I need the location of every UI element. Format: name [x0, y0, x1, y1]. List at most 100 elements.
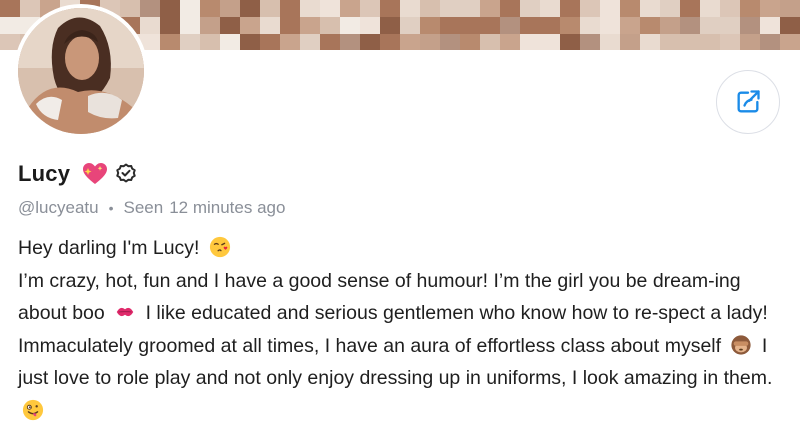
cover-pixel — [160, 17, 180, 34]
cover-pixel — [280, 0, 300, 17]
cover-pixel — [480, 0, 500, 17]
cover-pixel — [520, 0, 540, 17]
cover-pixel — [360, 0, 380, 17]
cover-pixel — [600, 0, 620, 17]
cover-pixel — [220, 17, 240, 34]
cover-pixel — [460, 17, 480, 34]
cover-pixel — [420, 17, 440, 34]
bio-greeting: Hey darling I'm Lucy! — [18, 237, 205, 259]
cover-pixel — [400, 17, 420, 34]
share-button[interactable] — [716, 70, 780, 134]
cover-pixel — [240, 17, 260, 34]
seen-time: 12 minutes ago — [169, 198, 286, 217]
cover-pixel — [580, 34, 600, 50]
cover-pixel — [640, 17, 660, 34]
cover-pixel — [360, 17, 380, 34]
cover-pixel — [440, 17, 460, 34]
profile-handle[interactable]: @lucyeatu — [18, 198, 99, 218]
cover-pixel — [760, 17, 780, 34]
cover-pixel — [180, 34, 200, 50]
cover-pixel — [240, 0, 260, 17]
avatar-photo — [18, 8, 144, 134]
bio-greeting-line: Hey darling I'm Lucy! — [18, 232, 782, 265]
cover-pixel — [280, 34, 300, 50]
cover-pixel — [700, 34, 720, 50]
cover-pixel — [540, 0, 560, 17]
cover-pixel — [600, 34, 620, 50]
cover-pixel — [760, 34, 780, 50]
cover-pixel — [720, 34, 740, 50]
face-blowing-kiss-icon — [209, 236, 230, 258]
cover-pixel — [480, 34, 500, 50]
cover-pixel — [280, 17, 300, 34]
cover-pixel — [380, 0, 400, 17]
cover-pixel — [220, 34, 240, 50]
cover-pixel — [340, 34, 360, 50]
cover-pixel — [400, 34, 420, 50]
cover-pixel — [120, 0, 140, 17]
cover-pixel — [300, 0, 320, 17]
see-no-evil-monkey-icon — [731, 335, 752, 355]
cover-pixel — [780, 0, 800, 17]
seen-label: Seen — [123, 198, 164, 217]
cover-pixel — [620, 0, 640, 17]
profile-meta: @lucyeatu • Seen 12 minutes ago — [18, 196, 285, 220]
cover-pixel — [300, 17, 320, 34]
cover-pixel — [200, 34, 220, 50]
cover-pixel — [620, 17, 640, 34]
cover-pixel — [260, 0, 280, 17]
cover-pixel — [540, 34, 560, 50]
cover-pixel — [540, 17, 560, 34]
cover-pixel — [740, 0, 760, 17]
cover-pixel — [580, 17, 600, 34]
bio-body: I’m crazy, hot, fun and I have a good se… — [18, 265, 782, 428]
cover-pixel — [500, 17, 520, 34]
cover-pixel — [0, 0, 20, 17]
cover-pixel — [440, 0, 460, 17]
avatar[interactable] — [14, 4, 148, 138]
cover-pixel — [640, 0, 660, 17]
cover-pixel — [180, 17, 200, 34]
verified-badge-icon — [114, 162, 138, 186]
cover-pixel — [460, 0, 480, 17]
cover-pixel — [160, 34, 180, 50]
cover-pixel — [760, 0, 780, 17]
cover-pixel — [320, 17, 340, 34]
cover-pixel — [500, 0, 520, 17]
cover-pixel — [400, 0, 420, 17]
cover-pixel — [480, 17, 500, 34]
profile-name: Lucy — [18, 161, 71, 186]
zany-face-icon — [22, 399, 44, 421]
profile-name-row: Lucy — [18, 158, 138, 190]
cover-pixel — [300, 34, 320, 50]
cover-pixel — [680, 0, 700, 17]
cover-pixel — [660, 17, 680, 34]
cover-pixel — [140, 17, 160, 34]
kiss-mark-icon — [116, 308, 134, 317]
sparkling-heart-icon — [82, 162, 108, 186]
cover-pixel — [320, 0, 340, 17]
cover-pixel — [140, 0, 160, 17]
cover-pixel — [560, 0, 580, 17]
cover-pixel — [460, 34, 480, 50]
cover-pixel — [580, 0, 600, 17]
cover-pixel — [620, 34, 640, 50]
cover-pixel — [740, 34, 760, 50]
cover-pixel — [560, 34, 580, 50]
cover-pixel — [660, 34, 680, 50]
cover-pixel — [440, 34, 460, 50]
cover-pixel — [380, 34, 400, 50]
cover-pixel — [680, 34, 700, 50]
cover-pixel — [260, 17, 280, 34]
cover-pixel — [520, 17, 540, 34]
cover-pixel — [700, 0, 720, 17]
cover-pixel — [520, 34, 540, 50]
cover-pixel — [180, 0, 200, 17]
cover-pixel — [0, 17, 20, 34]
meta-separator: • — [108, 200, 114, 216]
cover-pixel — [340, 0, 360, 17]
cover-pixel — [160, 0, 180, 17]
cover-pixel — [660, 0, 680, 17]
profile-page: Lucy @lucyeatu • Seen 12 minutes ago Hey… — [0, 0, 800, 430]
cover-pixel — [200, 0, 220, 17]
